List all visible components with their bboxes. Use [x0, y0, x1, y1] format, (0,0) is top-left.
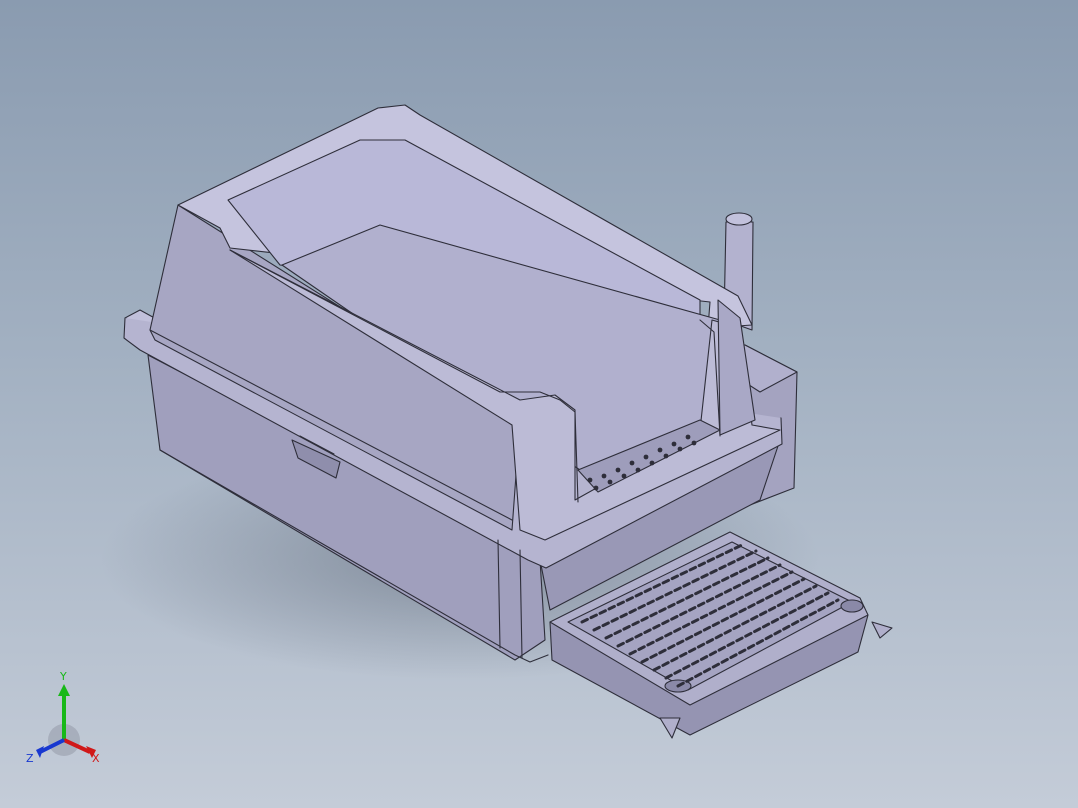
orientation-triad[interactable]: Y X Z	[24, 664, 114, 774]
y-axis-head	[58, 684, 70, 696]
graphics-viewport[interactable]: Y X Z	[0, 0, 1078, 808]
litter-box-model[interactable]	[0, 0, 1078, 808]
z-axis-label: Z	[26, 752, 34, 765]
x-axis-label: X	[92, 752, 100, 765]
y-axis-label: Y	[59, 670, 67, 683]
